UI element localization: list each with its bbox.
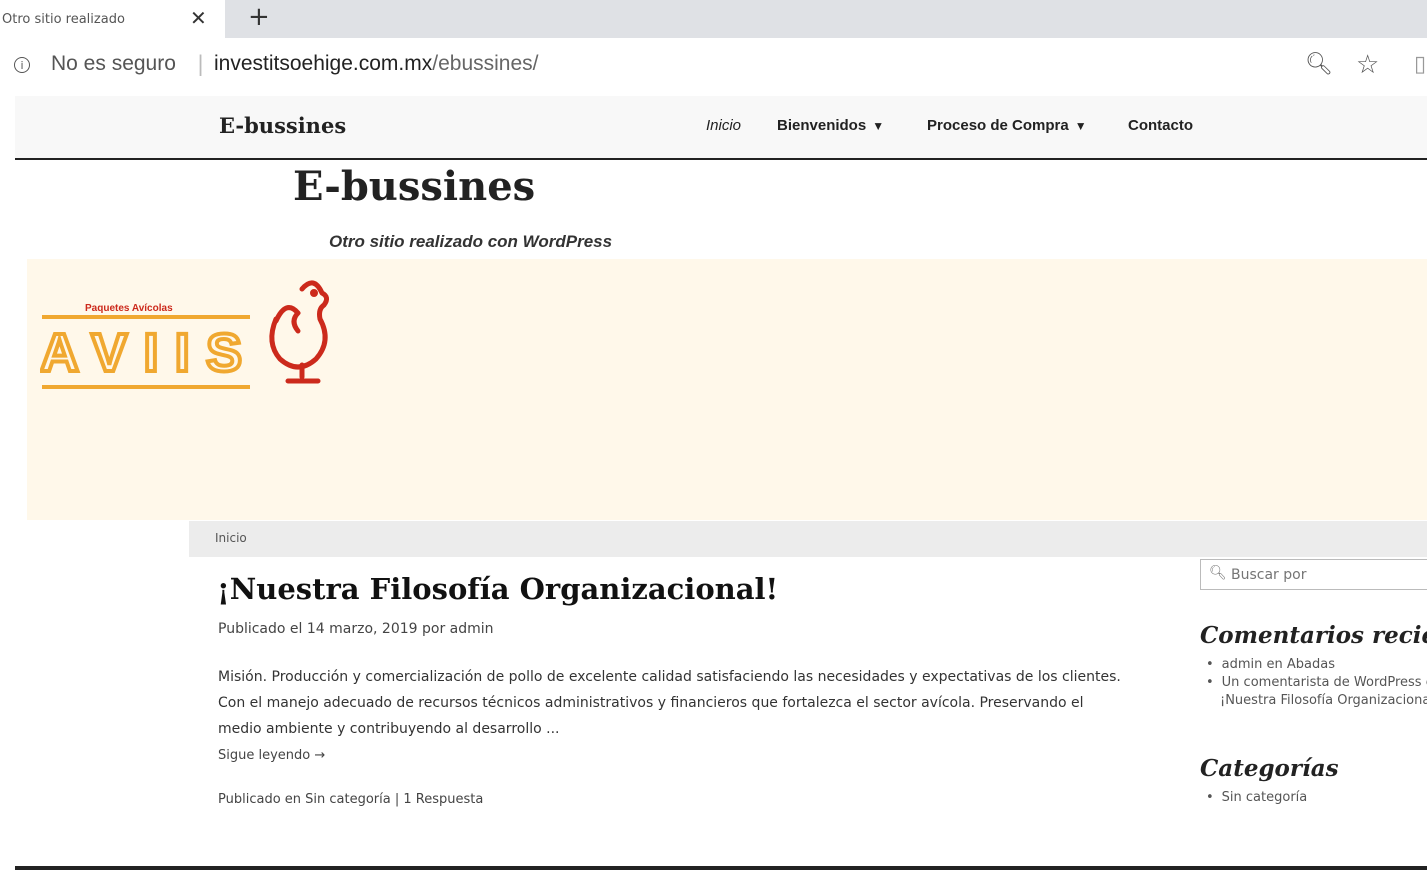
logo-text: AVIIS (40, 323, 242, 383)
site-title[interactable]: E-bussines (293, 163, 535, 210)
aviis-logo: Paquetes Avícolas AVIIS (40, 280, 330, 389)
close-tab-icon[interactable]: ✕ (190, 6, 207, 30)
post-title[interactable]: ¡Nuestra Filosofía Organizacional! (217, 572, 778, 606)
url-path: /ebussines/ (432, 52, 539, 75)
nav-item-inicio[interactable]: Inicio (706, 117, 741, 134)
logo-tagline: Paquetes Avícolas (85, 303, 173, 314)
site-navbar: E-bussines Inicio Bienvenidos ▼ Proceso d… (15, 96, 1427, 160)
chicken-icon (269, 280, 330, 384)
read-more-link[interactable]: Sigue leyendo → (218, 748, 325, 763)
caret-down-icon: ▼ (1074, 119, 1087, 133)
list-item[interactable]: Un comentarista de WordPress en (1206, 674, 1427, 692)
extension-icon[interactable]: ▯ (1414, 52, 1426, 77)
site-description: Otro sitio realizado con WordPress (329, 232, 613, 251)
categories-list: Sin categoría (1206, 789, 1308, 807)
nav-item-bienvenidos[interactable]: Bienvenidos ▼ (777, 117, 884, 134)
list-item[interactable]: admin en Abadas (1206, 656, 1427, 674)
list-item[interactable]: Sin categoría (1206, 789, 1308, 807)
url-field[interactable]: investitsoehige.com.mx/ebussines/ (214, 52, 539, 76)
caret-down-icon: ▼ (872, 119, 885, 133)
security-indicator[interactable]: No es seguro (51, 52, 176, 76)
recent-comments-title: Comentarios recientes (1200, 622, 1427, 649)
nav-item-label: Proceso de Compra (927, 117, 1069, 134)
tab-bar: Otro sitio realizado ✕ + (0, 0, 1427, 38)
categories-title: Categorías (1200, 755, 1339, 782)
post-excerpt: Misión. Producción y comercialización de… (218, 669, 1121, 737)
new-tab-button[interactable]: + (248, 2, 270, 32)
recent-comments-list: admin en Abadas Un comentarista de WordP… (1206, 656, 1427, 710)
zoom-icon[interactable]: 🔍︎ (1305, 52, 1333, 77)
browser-tab[interactable]: Otro sitio realizado ✕ (0, 0, 225, 38)
post-footer[interactable]: Publicado en Sin categoría | 1 Respuesta (218, 792, 483, 807)
breadcrumb-bar: Inicio (189, 521, 1427, 557)
search-icon: 🔍︎ (1209, 565, 1227, 581)
bookmark-star-icon[interactable]: ☆ (1356, 50, 1379, 80)
address-bar: i No es seguro | investitsoehige.com.mx/… (0, 38, 1427, 96)
footer-divider (15, 866, 1427, 870)
nav-item-label: Bienvenidos (777, 117, 867, 134)
nav-item-proceso-de-compra[interactable]: Proceso de Compra ▼ (927, 117, 1087, 134)
header-banner: Paquetes Avícolas AVIIS (27, 259, 1427, 520)
address-separator: | (197, 52, 205, 76)
list-item[interactable]: ¡Nuestra Filosofía Organizacional! (1206, 692, 1427, 710)
search-input[interactable] (1229, 563, 1427, 587)
info-icon[interactable]: i (14, 57, 30, 73)
breadcrumb[interactable]: Inicio (215, 531, 247, 545)
post-meta: Publicado el 14 marzo, 2019 por admin (218, 621, 494, 637)
url-host: investitsoehige.com.mx (214, 52, 433, 75)
tab-title: Otro sitio realizado (2, 11, 125, 27)
search-box[interactable]: 🔍︎ (1200, 559, 1427, 590)
nav-item-contacto[interactable]: Contacto (1128, 117, 1193, 134)
nav-brand[interactable]: E-bussines (219, 113, 346, 138)
